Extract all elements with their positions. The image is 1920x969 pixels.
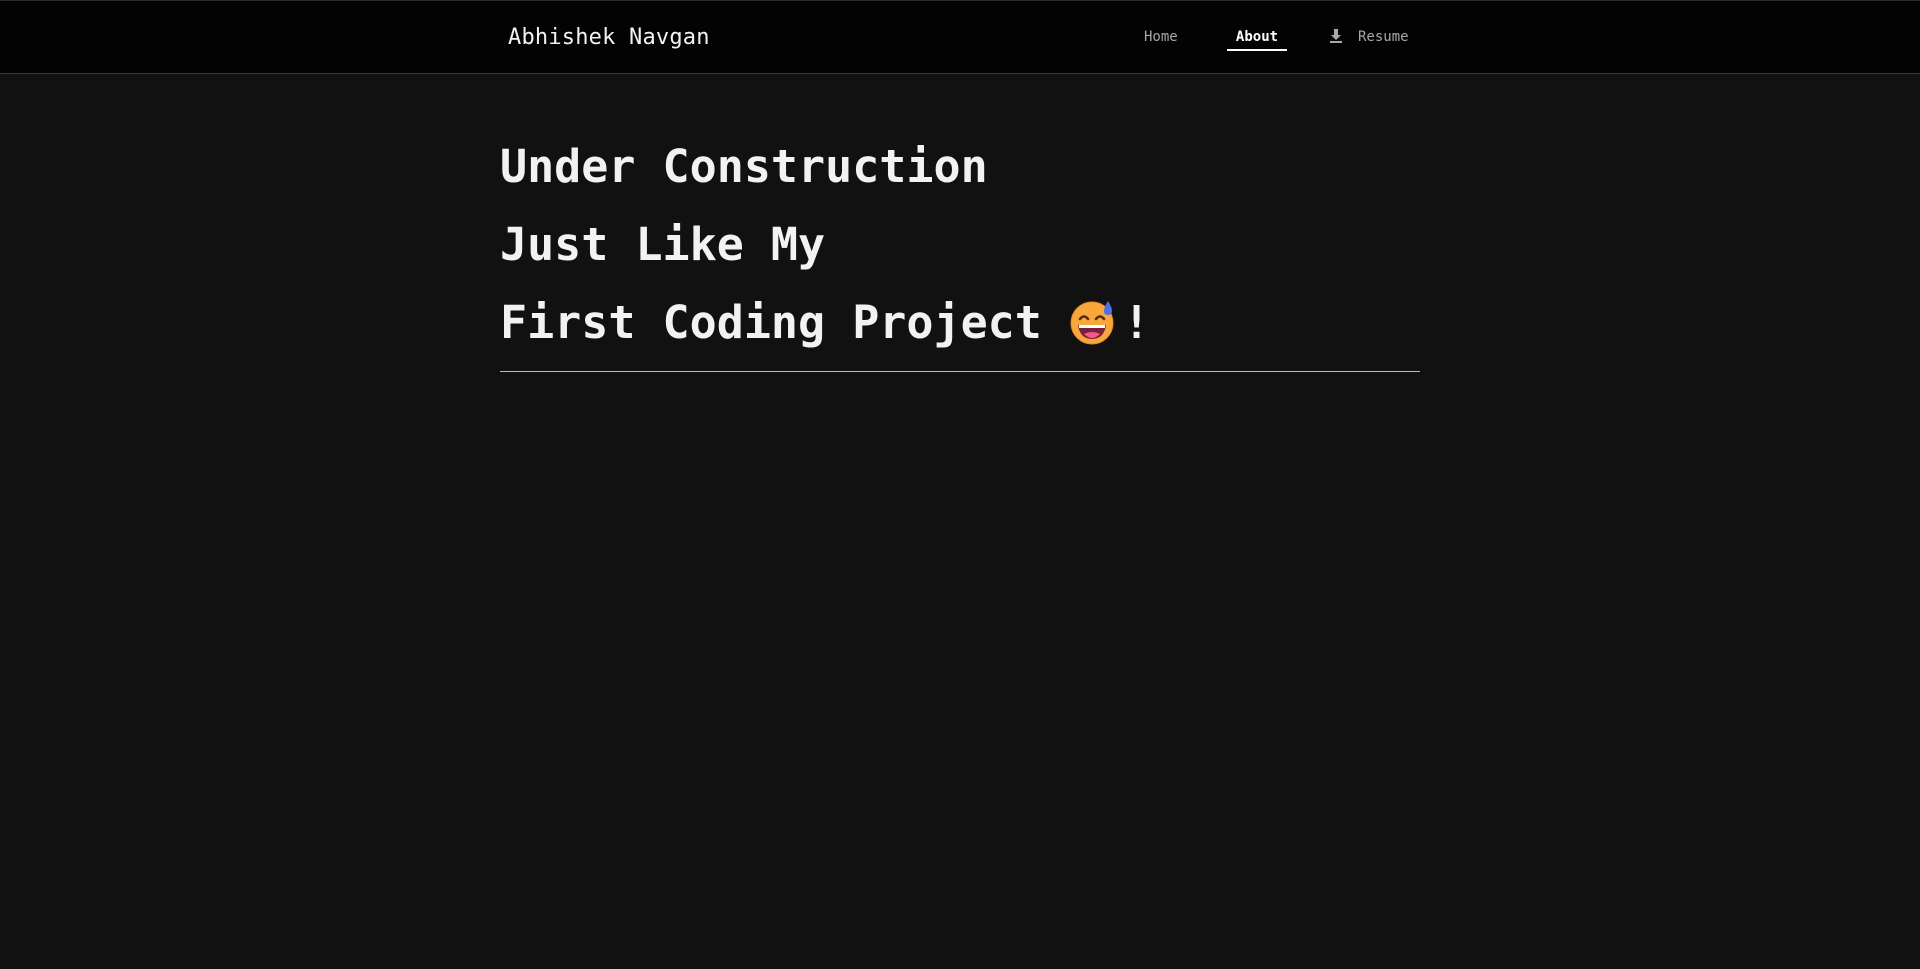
brand-name-link[interactable]: Abhishek Navgan xyxy=(508,25,710,50)
grinning-face-with-sweat-icon xyxy=(1069,292,1117,345)
nav-home-link[interactable]: Home xyxy=(1144,29,1178,45)
nav-about-link[interactable]: About xyxy=(1227,21,1287,51)
divider xyxy=(500,371,1420,372)
headline: Under Construction Just Like My First Co… xyxy=(500,128,1150,362)
headline-line-3: First Coding Project ! xyxy=(500,284,1150,362)
headline-line-1: Under Construction xyxy=(500,140,988,193)
headline-line-2: Just Like My xyxy=(500,218,826,271)
headline-exclamation: ! xyxy=(1122,296,1151,349)
nav-resume-link[interactable]: Resume xyxy=(1328,29,1409,45)
nav-resume-label: Resume xyxy=(1358,29,1409,45)
headline-line-3-text: First Coding Project xyxy=(500,296,1042,349)
download-icon xyxy=(1328,28,1344,44)
top-navbar: Abhishek Navgan Home About Resume xyxy=(0,0,1920,74)
